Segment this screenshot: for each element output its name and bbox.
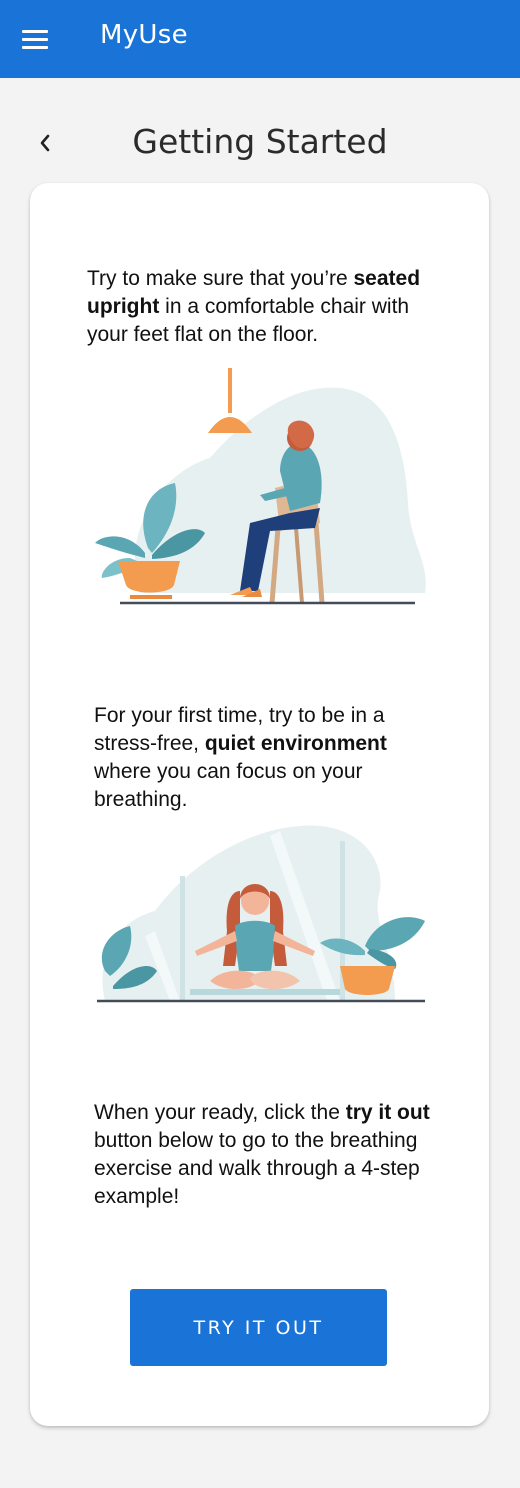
hamburger-menu-icon[interactable] [22,24,56,54]
woman-seated-on-chair-illustration [95,368,426,605]
app-title: MyUse [100,20,188,50]
instruction-seated: Try to make sure that you’re seated upri… [87,267,421,346]
woman-meditating-illustration [97,825,425,1003]
instruction-try-it-out: When your ready, click the try it out bu… [94,1101,430,1208]
page-header: Getting Started [0,118,520,168]
page-title: Getting Started [132,122,388,161]
content-card: Try to make sure that you’re seated upri… [30,183,489,1426]
try-it-out-button[interactable]: TRY IT OUT [130,1289,387,1366]
app-bar: MyUse [0,0,520,78]
instruction-quiet-environment: For your first time, try to be in a stre… [94,704,387,811]
